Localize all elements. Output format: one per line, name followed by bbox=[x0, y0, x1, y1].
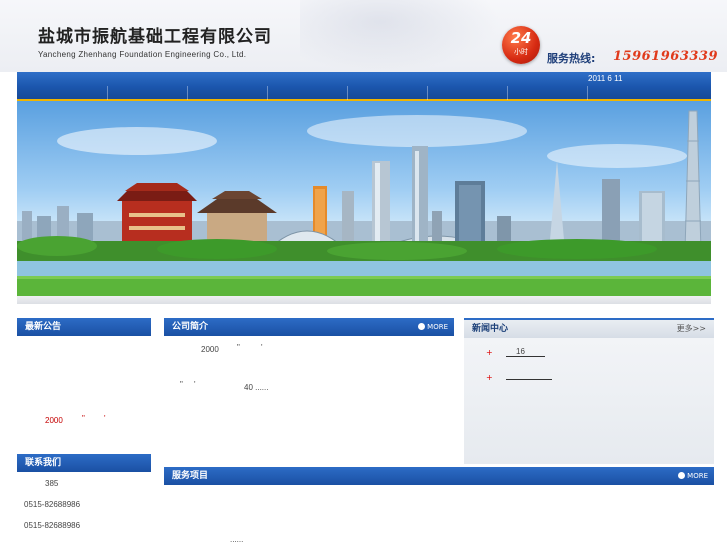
about-text-tail: 40 ...... bbox=[244, 383, 269, 392]
contact-fax: 0515-82688986 bbox=[24, 521, 81, 530]
company-name-cn: 盐城市振航基础工程有限公司 bbox=[38, 27, 272, 47]
news-item-1-underline bbox=[506, 356, 545, 357]
hotline-label: 服务热线: bbox=[547, 52, 596, 65]
plus-circle-icon bbox=[678, 472, 686, 479]
about-panel-header: 公司简介 MORE bbox=[164, 318, 454, 336]
nav-separator bbox=[507, 86, 508, 100]
header-decoration bbox=[300, 0, 500, 72]
notice-quote: " bbox=[82, 414, 85, 423]
plus-circle-icon bbox=[418, 323, 426, 330]
about-more-label: MORE bbox=[427, 323, 448, 331]
about-quote-2: " bbox=[180, 380, 183, 389]
about-mark-2: ' bbox=[194, 380, 196, 389]
date-text: 2011 6 11 bbox=[588, 74, 623, 83]
about-title: 公司简介 bbox=[172, 322, 209, 332]
news-item-2-underline bbox=[506, 379, 552, 380]
badge-sub: 小时 bbox=[514, 48, 528, 56]
news-panel-body bbox=[464, 338, 714, 464]
24-hour-badge-icon: 24 小时 bbox=[502, 26, 540, 64]
news-panel-header: 新闻中心 更多>> bbox=[464, 318, 714, 338]
services-title: 服务项目 bbox=[172, 471, 209, 481]
services-more-button[interactable]: MORE bbox=[678, 467, 708, 485]
contact-panel-header: 联系我们 bbox=[17, 454, 151, 472]
contact-phone: 0515-82688986 bbox=[24, 500, 81, 509]
about-more-button[interactable]: MORE bbox=[418, 318, 448, 336]
nav-separator bbox=[587, 86, 588, 100]
services-text: ...... bbox=[230, 535, 244, 544]
news-more-link[interactable]: 更多>> bbox=[677, 320, 706, 338]
services-more-label: MORE bbox=[687, 472, 708, 480]
contact-address: 385 bbox=[45, 479, 59, 488]
nav-separator bbox=[187, 86, 188, 100]
nav-bar: 2011 6 11 bbox=[17, 72, 711, 101]
skyline-image bbox=[17, 110, 711, 296]
badge-number: 24 bbox=[510, 29, 532, 47]
nav-separator bbox=[427, 86, 428, 100]
services-panel-header: 服务项目 MORE bbox=[164, 467, 714, 485]
nav-separator bbox=[347, 86, 348, 100]
notice-title: 最新公告 bbox=[25, 322, 62, 332]
notice-panel-header: 最新公告 bbox=[17, 318, 151, 336]
news-bullet-icon: + bbox=[486, 373, 493, 382]
about-mark: ' bbox=[261, 343, 263, 352]
contact-title: 联系我们 bbox=[25, 458, 62, 468]
company-name-en: Yancheng Zhenhang Foundation Engineering… bbox=[38, 50, 247, 59]
about-year: 2000 bbox=[201, 345, 219, 354]
nav-separator bbox=[267, 86, 268, 100]
news-bullet-icon: + bbox=[486, 348, 493, 357]
notice-text[interactable]: 2000 bbox=[45, 416, 63, 425]
nav-separator bbox=[107, 86, 108, 100]
notice-mark: ' bbox=[104, 414, 106, 423]
news-item-1[interactable]: 16 bbox=[516, 347, 525, 356]
about-quote: " bbox=[237, 343, 240, 352]
banner-bottom-strip bbox=[17, 296, 711, 304]
city-skyline-banner bbox=[17, 101, 711, 296]
news-title: 新闻中心 bbox=[472, 324, 509, 334]
hotline-number: 15961963339 bbox=[613, 49, 718, 64]
header: 盐城市振航基础工程有限公司 Yancheng Zhenhang Foundati… bbox=[0, 0, 727, 72]
